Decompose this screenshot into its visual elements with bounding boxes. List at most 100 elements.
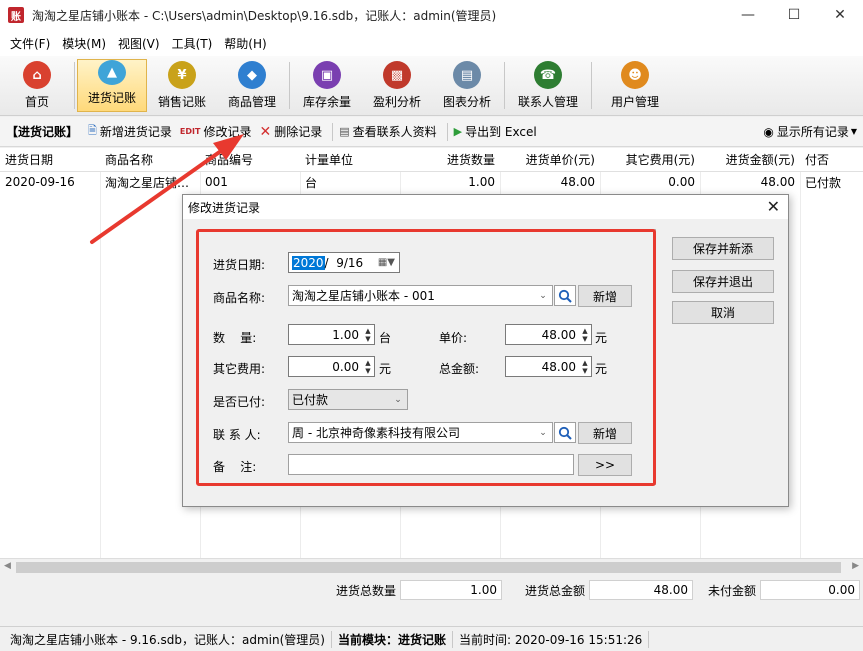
spin-arrows-icon[interactable]: ▲ ▼ <box>362 357 374 376</box>
profit-icon: ▩ <box>383 61 411 89</box>
column-header[interactable]: 其它费用(元) <box>600 151 700 168</box>
column-header[interactable]: 计量单位 <box>300 151 400 168</box>
paid-select[interactable]: 已付款 ⌄ <box>288 389 408 410</box>
total-amount: 进货总金额 48.00 <box>525 580 694 600</box>
price-stepper[interactable]: 48.00 ▲ ▼ <box>505 324 592 345</box>
toolbar-contacts[interactable]: ☎ 联系人管理 <box>507 56 589 115</box>
scrollbar-thumb[interactable] <box>16 562 841 573</box>
toolbar-profit[interactable]: ▩ 盈利分析 <box>362 56 432 115</box>
spin-arrows-icon[interactable]: ▲ ▼ <box>579 357 591 376</box>
spin-arrows-icon[interactable]: ▲ ▼ <box>362 325 374 344</box>
stock-icon: ▣ <box>313 61 341 89</box>
column-header[interactable]: 进货金额(元) <box>700 151 800 168</box>
other-cost-stepper[interactable]: 0.00 ▲ ▼ <box>288 356 375 377</box>
contact-select[interactable]: 周 - 北京神奇像素科技有限公司 ⌄ <box>288 422 553 443</box>
price-value: 48.00 <box>541 327 576 342</box>
main-toolbar: ⌂ 首页 ▲ 进货记账 ¥ 销售记账 ◆ 商品管理 ▣ 库存余量 ▩ 盈利分析 … <box>0 56 863 116</box>
menu-tools[interactable]: 工具(T) <box>166 35 219 52</box>
new-goods-button[interactable]: 新增 <box>578 285 632 307</box>
toolbar-users-label: 用户管理 <box>610 95 659 109</box>
total-value: 48.00 <box>541 359 576 374</box>
toolbar-sales[interactable]: ¥ 销售记账 <box>147 56 217 115</box>
export-excel-button[interactable]: ▶ 导出到 Excel <box>454 123 537 140</box>
remark-input[interactable] <box>288 454 574 475</box>
toolbar-chart-label: 图表分析 <box>442 95 491 109</box>
horizontal-scrollbar[interactable]: ◀ ▶ <box>0 558 863 575</box>
cancel-button[interactable]: 取消 <box>672 301 774 324</box>
table-cell: 已付款 <box>805 175 842 190</box>
unpaid-amount: 未付金额 0.00 <box>708 580 861 600</box>
show-all-records-button[interactable]: ◉ 显示所有记录 ▼ <box>763 123 857 140</box>
table-cell: 台 <box>305 175 318 190</box>
column-header[interactable]: 付否 <box>800 151 863 168</box>
contact-value: 周 - 北京神奇像素科技有限公司 <box>292 426 460 440</box>
view-contact-button[interactable]: ▤ 查看联系人资料 <box>339 123 436 140</box>
column-header[interactable]: 商品名称 <box>100 151 200 168</box>
toolbar-home[interactable]: ⌂ 首页 <box>2 56 72 115</box>
save-and-exit-button[interactable]: 保存并退出 <box>672 270 774 293</box>
quantity-unit: 台 <box>379 331 392 345</box>
chevron-down-icon[interactable]: ⌄ <box>389 390 407 409</box>
edit-record-button[interactable]: EDIT 修改记录 <box>180 123 252 140</box>
price-unit: 元 <box>595 331 608 345</box>
other-cost-unit: 元 <box>379 362 392 376</box>
column-header[interactable]: 进货单价(元) <box>500 151 600 168</box>
close-window-button[interactable]: ✕ <box>817 0 863 30</box>
total-amount-label: 进货总金额 <box>525 583 586 598</box>
grid-header: 进货日期 商品名称 商品编号 计量单位 进货数量 进货单价(元) 其它费用(元)… <box>0 148 863 172</box>
toolbar-purchase[interactable]: ▲ 进货记账 <box>77 59 147 112</box>
total-stepper[interactable]: 48.00 ▲ ▼ <box>505 356 592 377</box>
table-cell: 2020-09-16 <box>5 175 75 189</box>
toolbar-chart[interactable]: ▤ 图表分析 <box>432 56 502 115</box>
add-record-button[interactable]: 🗎 新增进货记录 <box>88 122 172 141</box>
table-cell: 48.00 <box>760 175 795 189</box>
menu-module[interactable]: 模块(M) <box>56 35 112 52</box>
quantity-stepper[interactable]: 1.00 ▲ ▼ <box>288 324 375 345</box>
table-row[interactable]: 2020-09-16 淘淘之星店铺… 001 台 1.00 48.00 0.00… <box>0 172 863 192</box>
column-header[interactable]: 商品编号 <box>200 151 300 168</box>
total-amount-value: 48.00 <box>589 580 694 600</box>
menu-view[interactable]: 视图(V) <box>112 35 166 52</box>
scroll-left-icon[interactable]: ◀ <box>4 561 11 571</box>
goods-select[interactable]: 淘淘之星店铺小账本 - 001 ⌄ <box>288 285 553 306</box>
save-and-new-button[interactable]: 保存并新添 <box>672 237 774 260</box>
toolbar-goods[interactable]: ◆ 商品管理 <box>217 56 287 115</box>
menu-file[interactable]: 文件(F) <box>4 35 56 52</box>
date-picker[interactable]: 2020 / 9/16 ▦▼ <box>288 252 400 273</box>
scroll-right-icon[interactable]: ▶ <box>852 561 859 571</box>
title-bar: 账 淘淘之星店铺小账本 - C:\Users\admin\Desktop\9.1… <box>0 0 863 30</box>
toolbar-users[interactable]: ☻ 用户管理 <box>594 56 676 115</box>
goods-label: 商品名称: <box>213 291 266 305</box>
maximize-button[interactable]: ☐ <box>771 0 817 30</box>
column-header[interactable]: 进货数量 <box>400 151 500 168</box>
new-contact-button[interactable]: 新增 <box>578 422 632 444</box>
calendar-icon[interactable]: ▦▼ <box>378 257 395 268</box>
total-unit: 元 <box>595 362 608 376</box>
contact-search-button[interactable] <box>554 422 576 443</box>
status-app: 淘淘之星店铺小账本 - 9.16.sdb，记账人：admin(管理员) <box>4 630 332 648</box>
unpaid-amount-value: 0.00 <box>760 580 861 600</box>
toolbar-profit-label: 盈利分析 <box>372 95 421 109</box>
menu-help[interactable]: 帮助(H) <box>218 35 272 52</box>
dialog-close-icon[interactable]: ✕ <box>767 197 780 216</box>
minimize-button[interactable]: — <box>725 0 771 30</box>
goods-icon: ◆ <box>238 61 266 89</box>
chevron-down-icon[interactable]: ⌄ <box>534 286 552 305</box>
menu-bar: 文件(F) 模块(M) 视图(V) 工具(T) 帮助(H) <box>0 30 863 56</box>
delete-record-button[interactable]: ✕ 删除记录 <box>259 123 322 140</box>
chevron-down-icon[interactable]: ⌄ <box>534 423 552 442</box>
remark-more-button[interactable]: >> <box>578 454 632 476</box>
date-rest: / 9/16 <box>324 255 364 270</box>
toolbar-stock[interactable]: ▣ 库存余量 <box>292 56 362 115</box>
add-record-label: 新增进货记录 <box>99 125 172 139</box>
new-document-icon: 🗎 <box>88 124 97 137</box>
total-quantity-label: 进货总数量 <box>336 583 397 598</box>
goods-search-button[interactable] <box>554 285 576 306</box>
purchase-icon: ▲ <box>98 60 126 85</box>
export-excel-label: 导出到 Excel <box>465 125 537 139</box>
dialog-title: 修改进货记录 <box>188 200 261 215</box>
module-title: 【进货记账】 <box>6 125 79 139</box>
spin-arrows-icon[interactable]: ▲ ▼ <box>579 325 591 344</box>
unpaid-amount-label: 未付金额 <box>708 583 757 598</box>
column-header[interactable]: 进货日期 <box>0 151 100 168</box>
